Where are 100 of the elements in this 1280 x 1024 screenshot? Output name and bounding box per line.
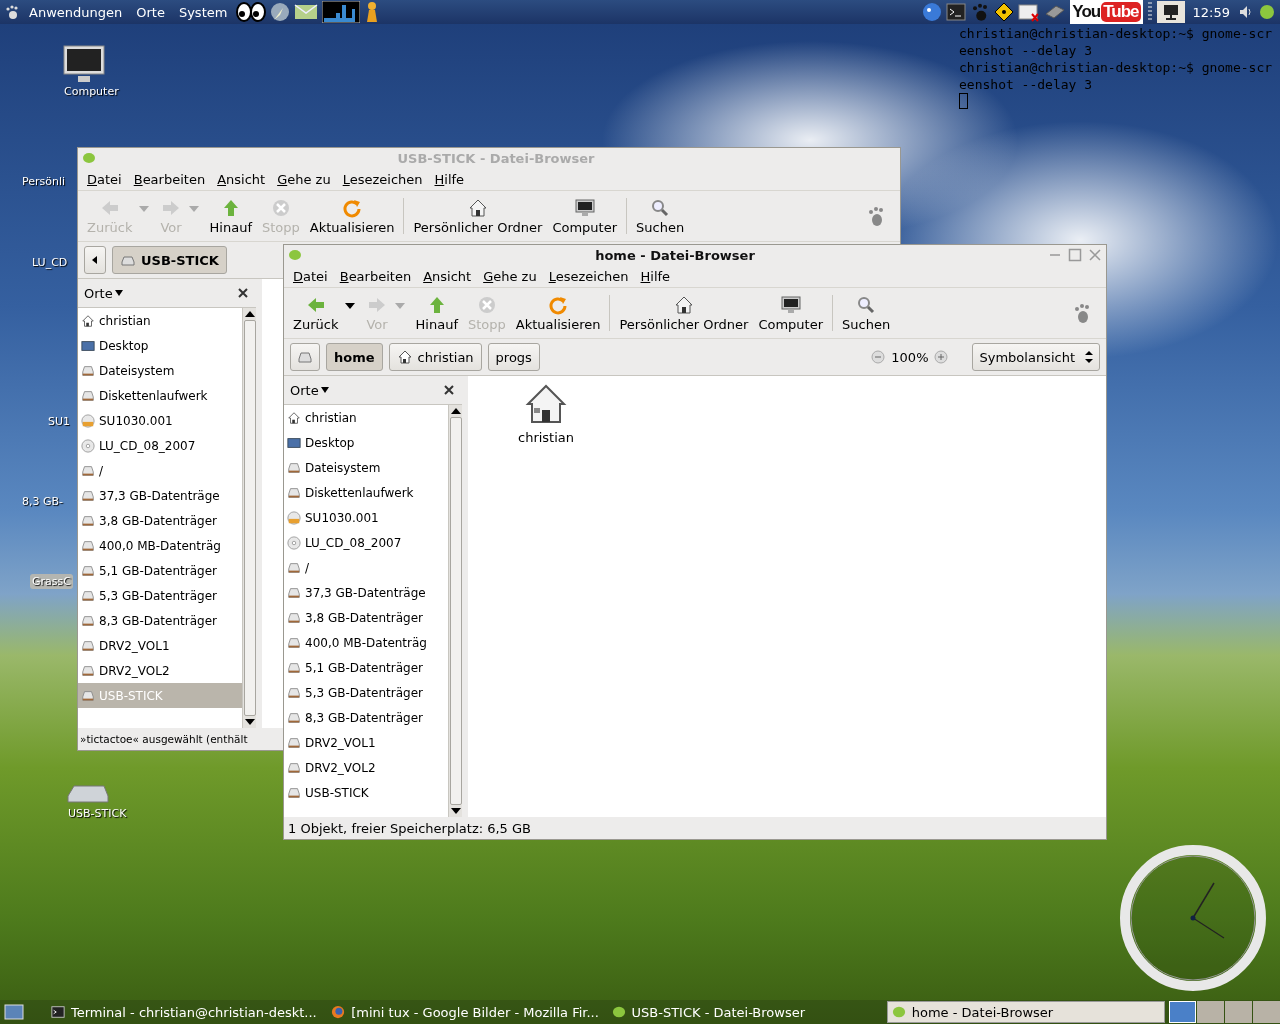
youtube-logo[interactable]: You Tube (1070, 0, 1143, 24)
toolbar-button[interactable]: Zurück (288, 292, 344, 334)
view-mode-dropdown[interactable]: Symbolansicht (972, 343, 1100, 371)
workspace-switcher-cell[interactable] (1169, 1001, 1196, 1023)
leaf-icon[interactable] (1258, 3, 1276, 21)
scroll-down-icon[interactable] (450, 808, 461, 814)
speaker-icon[interactable] (1238, 4, 1254, 20)
places-item[interactable]: Desktop (284, 430, 448, 455)
window-icon[interactable] (1018, 2, 1041, 22)
file-label[interactable]: christian (518, 430, 575, 445)
toolbar-button[interactable]: Persönlicher Ordner (408, 195, 548, 237)
fish-icon[interactable] (922, 2, 943, 22)
places-item[interactable]: 3,8 GB-Datenträger (284, 605, 448, 630)
monitor-icon[interactable] (62, 44, 106, 84)
path-button[interactable]: christian (388, 343, 482, 371)
places-item[interactable]: 3,8 GB-Datenträger (78, 508, 242, 533)
places-item[interactable]: 5,1 GB-Datenträger (78, 558, 242, 583)
show-desktop-icon[interactable] (4, 1003, 24, 1021)
terminal-icon[interactable] (946, 2, 967, 22)
close-icon[interactable] (238, 288, 248, 298)
places-item[interactable]: Dateisystem (78, 358, 242, 383)
scroll-up-icon[interactable] (450, 408, 461, 414)
menu-item[interactable]: Gehe zu (272, 171, 336, 187)
taskbar-button[interactable]: Terminal - christian@christian-deskt... (46, 1001, 325, 1023)
panel-menu[interactable]: Orte (131, 4, 170, 20)
taskbar-button[interactable]: home - Datei-Browser (886, 1001, 1165, 1023)
places-item[interactable]: 400,0 MB-Datenträg (78, 533, 242, 558)
toolbar-button[interactable]: Computer (753, 292, 829, 334)
places-item[interactable]: Diskettenlaufwerk (284, 480, 448, 505)
menu-item[interactable]: Bearbeiten (128, 171, 211, 187)
toolbar-button[interactable]: Persönlicher Ordner (614, 292, 754, 334)
places-item[interactable]: 5,3 GB-Datenträger (78, 583, 242, 608)
drag-handle-icon[interactable] (1146, 1, 1153, 23)
places-item[interactable]: 37,3 GB-Datenträge (78, 483, 242, 508)
places-item[interactable]: 5,1 GB-Datenträger (284, 655, 448, 680)
globe-icon[interactable] (270, 2, 291, 22)
path-button[interactable]: USB-STICK (112, 246, 227, 274)
clock-text[interactable]: 12:59 (1188, 4, 1234, 20)
places-dropdown[interactable]: Orte (290, 382, 329, 398)
back-arrow-button[interactable] (84, 246, 106, 274)
places-item[interactable]: 400,0 MB-Datenträg (284, 630, 448, 655)
eyes-icon[interactable] (236, 2, 267, 22)
usb-drive-icon[interactable] (66, 782, 110, 806)
house-icon[interactable] (524, 382, 568, 426)
places-dropdown[interactable]: Orte (84, 285, 123, 301)
places-item[interactable]: 8,3 GB-Datenträger (78, 608, 242, 633)
workspace-switcher-cell[interactable] (1253, 1001, 1280, 1023)
places-item[interactable]: LU_CD_08_2007 (78, 433, 242, 458)
path-button[interactable]: home (326, 343, 383, 371)
desktop-icon-label[interactable]: Persönli (20, 174, 68, 189)
desktop-icon-label[interactable]: LU_CD (30, 255, 70, 270)
toolbar-button[interactable]: Suchen (837, 292, 896, 334)
toolbar-button[interactable]: Hinauf (410, 292, 463, 334)
toolbar-button[interactable]: Aktualisieren (304, 195, 400, 237)
places-item[interactable]: Desktop (78, 333, 242, 358)
toolbar-button[interactable]: Aktualisieren (510, 292, 606, 334)
places-item[interactable]: SU1030.001 (284, 505, 448, 530)
places-item[interactable]: DRV2_VOL1 (78, 633, 242, 658)
menu-item[interactable]: Ansicht (418, 268, 477, 284)
places-item[interactable]: christian (284, 405, 448, 430)
places-item[interactable]: SU1030.001 (78, 408, 242, 433)
foot-icon[interactable] (4, 4, 20, 20)
menu-item[interactable]: Datei (288, 268, 333, 284)
envelope-icon[interactable] (294, 3, 319, 21)
places-item[interactable]: 37,3 GB-Datenträge (284, 580, 448, 605)
caret-icon[interactable] (345, 303, 356, 309)
menu-item[interactable]: Lesezeichen (337, 171, 428, 187)
workspace-switcher-cell[interactable] (1225, 1001, 1252, 1023)
places-item[interactable]: DRV2_VOL2 (78, 658, 242, 683)
places-item[interactable]: DRV2_VOL2 (284, 755, 448, 780)
places-item[interactable]: USB-STICK (284, 780, 448, 805)
path-button[interactable]: progs (487, 343, 540, 371)
places-item[interactable]: christian (78, 308, 242, 333)
desktop-icon-label[interactable]: Computer (62, 84, 121, 99)
drive-toggle-button[interactable] (290, 343, 320, 371)
places-item[interactable]: 5,3 GB-Datenträger (284, 680, 448, 705)
network-monitor-icon[interactable] (1156, 1, 1185, 23)
desktop-icon-label[interactable]: USB-STICK (66, 806, 129, 821)
taskbar-button[interactable]: USB-STICK - Datei-Browser (606, 1001, 885, 1023)
panel-menu[interactable]: System (173, 4, 233, 20)
desktop-icon-label[interactable]: 8,3 GB- (20, 494, 66, 509)
menu-item[interactable]: Gehe zu (478, 268, 542, 284)
workspace-switcher-cell[interactable] (1197, 1001, 1224, 1023)
menu-item[interactable]: Bearbeiten (334, 268, 417, 284)
toolbar-button[interactable]: Computer (547, 195, 623, 237)
places-item[interactable]: / (284, 555, 448, 580)
places-item[interactable]: 8,3 GB-Datenträger (284, 705, 448, 730)
menu-item[interactable]: Ansicht (212, 171, 271, 187)
desktop-icon-label[interactable]: SU1 (46, 414, 73, 429)
help-icon[interactable] (994, 2, 1015, 22)
menu-item[interactable]: Lesezeichen (543, 268, 634, 284)
places-item[interactable]: / (78, 458, 242, 483)
toolbar-button[interactable]: Hinauf (204, 195, 257, 237)
system-monitor-icon[interactable] (322, 1, 361, 23)
panel-menu[interactable]: Anwendungen (24, 4, 128, 20)
close-icon[interactable] (444, 385, 454, 395)
menu-item[interactable]: Hilfe (635, 268, 676, 284)
toolbar-button[interactable]: Suchen (631, 195, 690, 237)
places-item[interactable]: LU_CD_08_2007 (284, 530, 448, 555)
menu-item[interactable]: Hilfe (429, 171, 470, 187)
